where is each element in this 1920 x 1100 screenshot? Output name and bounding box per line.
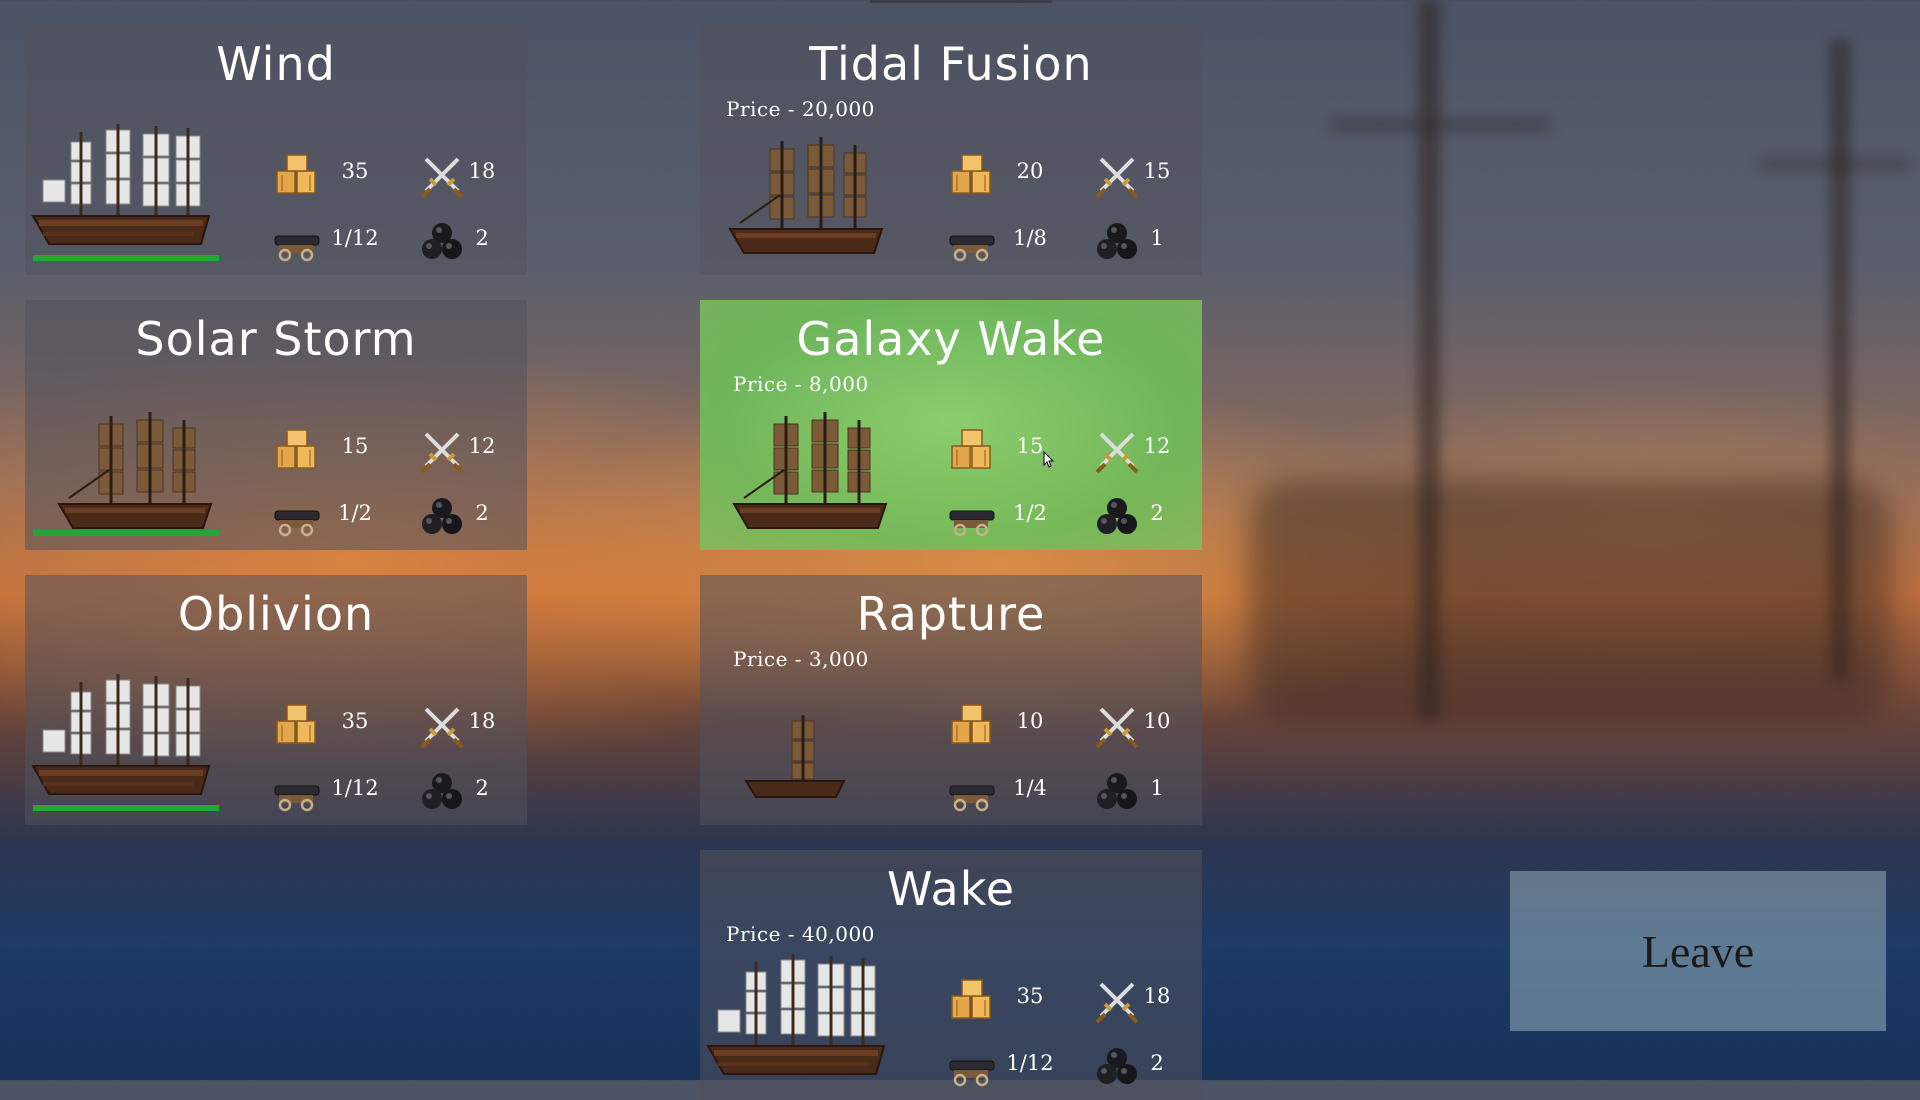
cargo-crate-icon bbox=[276, 704, 316, 744]
cannon-icon bbox=[274, 785, 320, 812]
ship-name: Rapture bbox=[856, 587, 1046, 641]
cargo-stat-value: 10 bbox=[1016, 709, 1044, 733]
crew-stat-value: 10 bbox=[1143, 709, 1171, 733]
crew-stat-value: 12 bbox=[468, 434, 496, 458]
background-yard bbox=[1760, 160, 1910, 169]
cargo-icon-wrap bbox=[273, 151, 321, 199]
cannon-icon-wrap bbox=[948, 1043, 996, 1091]
ship-image bbox=[31, 670, 221, 814]
cargo-icon-wrap bbox=[948, 976, 996, 1024]
cannons-stat-value: 1/12 bbox=[1006, 1051, 1054, 1075]
ship-price: Price - 40,000 bbox=[726, 922, 875, 946]
cargo-stat-value: 15 bbox=[341, 434, 369, 458]
ship-name: Tidal Fusion bbox=[809, 37, 1093, 91]
cargo-icon-wrap bbox=[948, 151, 996, 199]
cargo-crate-icon bbox=[276, 154, 316, 194]
ship-card[interactable]: Oblivion 35 18 1/12 2 bbox=[25, 575, 527, 825]
ship-health-bar bbox=[33, 530, 219, 536]
cannon-icon-wrap bbox=[948, 493, 996, 541]
cargo-crate-icon bbox=[951, 154, 991, 194]
ship-name: Solar Storm bbox=[135, 312, 417, 366]
cargo-icon-wrap bbox=[273, 701, 321, 749]
crew-stat-value: 18 bbox=[1143, 984, 1171, 1008]
ship-name: Wind bbox=[216, 37, 336, 91]
mouse-cursor-icon bbox=[1043, 451, 1055, 468]
cargo-icon-wrap bbox=[948, 701, 996, 749]
cannon-icon bbox=[949, 785, 995, 812]
cannons-stat-value: 1/12 bbox=[331, 226, 379, 250]
cannon-icon bbox=[949, 235, 995, 262]
background-yard bbox=[1330, 120, 1550, 130]
cargo-stat-value: 20 bbox=[1016, 159, 1044, 183]
cannons-stat-value: 1/2 bbox=[1013, 501, 1047, 525]
ship-price: Price - 20,000 bbox=[726, 97, 875, 121]
ship-name: Oblivion bbox=[177, 587, 375, 641]
ammo-stat-value: 1 bbox=[1150, 226, 1164, 250]
ship-health-bar bbox=[33, 805, 219, 811]
leave-button[interactable]: Leave bbox=[1510, 871, 1886, 1031]
ship-card[interactable]: Wind 35 18 1/12 2 bbox=[25, 25, 527, 275]
cannon-icon-wrap bbox=[273, 768, 321, 816]
top-tab-indicator bbox=[870, 0, 1052, 3]
crew-stat-value: 18 bbox=[468, 709, 496, 733]
ammo-stat-value: 2 bbox=[1150, 501, 1164, 525]
cannon-icon-wrap bbox=[948, 218, 996, 266]
ship-image bbox=[49, 410, 219, 544]
ship-image bbox=[706, 950, 896, 1094]
cannon-icon bbox=[274, 510, 320, 537]
ship-card[interactable]: Tidal Fusion Price - 20,000 20 15 1/8 1 bbox=[700, 25, 1202, 275]
cannon-icon bbox=[274, 235, 320, 262]
ship-name: Galaxy Wake bbox=[796, 312, 1106, 366]
ship-image bbox=[31, 120, 221, 264]
background-mast bbox=[1418, 0, 1440, 720]
ship-card[interactable]: Galaxy Wake Price - 8,000 15 12 1/2 2 bbox=[700, 300, 1202, 550]
ship-image bbox=[740, 713, 850, 807]
ammo-stat-value: 2 bbox=[475, 776, 489, 800]
ammo-stat-value: 1 bbox=[1150, 776, 1164, 800]
cargo-crate-icon bbox=[951, 979, 991, 1019]
cannons-stat-value: 1/4 bbox=[1013, 776, 1047, 800]
cannon-icon-wrap bbox=[948, 768, 996, 816]
ammo-stat-value: 2 bbox=[475, 226, 489, 250]
background-ship-hull bbox=[1250, 480, 1890, 720]
cargo-icon-wrap bbox=[273, 426, 321, 474]
cargo-crate-icon bbox=[951, 429, 991, 469]
cargo-stat-value: 35 bbox=[341, 709, 369, 733]
ship-health-bar bbox=[33, 255, 219, 261]
crew-stat-value: 12 bbox=[1143, 434, 1171, 458]
ship-name: Wake bbox=[886, 862, 1016, 916]
ship-card[interactable]: Wake Price - 40,000 35 18 1/12 2 bbox=[700, 850, 1202, 1100]
cannons-stat-value: 1/8 bbox=[1013, 226, 1047, 250]
crew-stat-value: 15 bbox=[1143, 159, 1171, 183]
cargo-crate-icon bbox=[276, 429, 316, 469]
leave-button-label: Leave bbox=[1641, 925, 1755, 977]
cargo-stat-value: 35 bbox=[341, 159, 369, 183]
cannon-icon bbox=[949, 1060, 995, 1087]
ship-price: Price - 8,000 bbox=[733, 372, 869, 396]
cargo-stat-value: 35 bbox=[1016, 984, 1044, 1008]
cargo-icon-wrap bbox=[948, 426, 996, 474]
ship-price: Price - 3,000 bbox=[733, 647, 869, 671]
cannon-icon-wrap bbox=[273, 493, 321, 541]
crew-stat-value: 18 bbox=[468, 159, 496, 183]
cannon-icon-wrap bbox=[273, 218, 321, 266]
ship-card[interactable]: Solar Storm 15 12 1/2 2 bbox=[25, 300, 527, 550]
ammo-stat-value: 2 bbox=[475, 501, 489, 525]
ship-card[interactable]: Rapture Price - 3,000 10 10 1/4 1 bbox=[700, 575, 1202, 825]
cannons-stat-value: 1/12 bbox=[331, 776, 379, 800]
ship-image bbox=[720, 135, 890, 269]
ammo-stat-value: 2 bbox=[1150, 1051, 1164, 1075]
cannons-stat-value: 1/2 bbox=[338, 501, 372, 525]
background-mast bbox=[1830, 40, 1850, 680]
cannon-icon bbox=[949, 510, 995, 537]
cargo-crate-icon bbox=[951, 704, 991, 744]
ship-image bbox=[724, 410, 894, 544]
